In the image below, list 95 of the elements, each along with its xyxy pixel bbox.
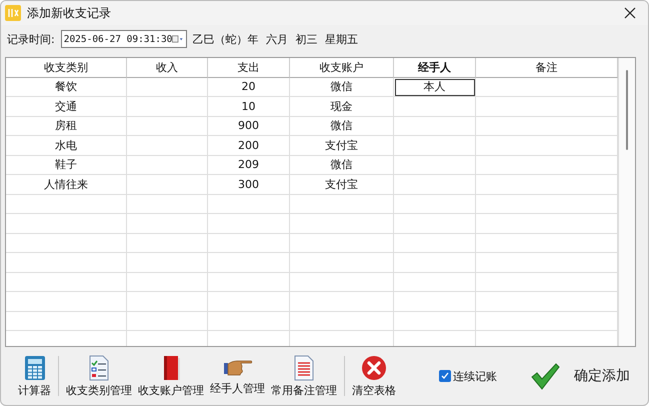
- clear-icon: [361, 354, 387, 380]
- record-time-label: 记录时间:: [7, 32, 55, 46]
- table-cell[interactable]: [208, 194, 290, 214]
- table-cell[interactable]: 微信: [290, 78, 394, 97]
- column-header[interactable]: 收支账户: [290, 58, 394, 78]
- table-cell[interactable]: 房租: [6, 116, 127, 136]
- toolbar-button[interactable]: 经手人管理: [207, 356, 268, 396]
- app-icon: [5, 5, 21, 21]
- table-cell[interactable]: 鞋子: [6, 156, 127, 175]
- table-cell[interactable]: [6, 234, 127, 253]
- table-cell[interactable]: [290, 194, 394, 214]
- table-cell[interactable]: 餐饮: [6, 78, 127, 97]
- checkbox[interactable]: [439, 370, 451, 382]
- toolbar-button[interactable]: 清空表格: [349, 354, 399, 398]
- table-cell[interactable]: [127, 292, 208, 312]
- table-cell[interactable]: [208, 234, 290, 253]
- table-cell[interactable]: [394, 194, 476, 214]
- table-cell[interactable]: [208, 214, 290, 234]
- table-cell[interactable]: [208, 312, 290, 331]
- table-cell[interactable]: [290, 253, 394, 272]
- active-cell[interactable]: 本人: [394, 78, 476, 97]
- table-cell[interactable]: [394, 97, 476, 116]
- table-cell[interactable]: [394, 214, 476, 234]
- table-cell[interactable]: [6, 272, 127, 292]
- column-header[interactable]: 收支类别: [6, 58, 127, 78]
- table-cell[interactable]: [394, 312, 476, 331]
- confirm-button[interactable]: 确定添加: [524, 362, 636, 390]
- table-cell[interactable]: [208, 272, 290, 292]
- column-header[interactable]: 备注: [476, 58, 618, 78]
- lunar-date-text: 乙巳（蛇）年 六月 初三 星期五: [192, 32, 358, 46]
- table-cell[interactable]: 20: [208, 78, 290, 97]
- table-cell[interactable]: [394, 292, 476, 312]
- date-time-field[interactable]: 2025-06-27 09:31:30: [60, 30, 187, 48]
- calculator-icon: [24, 354, 46, 380]
- scrollbar-thumb[interactable]: [626, 70, 628, 150]
- scrollbar[interactable]: [618, 58, 635, 346]
- table-cell[interactable]: [394, 253, 476, 272]
- table-cell[interactable]: [208, 253, 290, 272]
- table-cell[interactable]: [394, 116, 476, 136]
- table-cell[interactable]: [208, 292, 290, 312]
- table-cell[interactable]: [127, 116, 208, 136]
- table-cell[interactable]: [394, 136, 476, 156]
- table-cell[interactable]: [6, 292, 127, 312]
- toolbar-button[interactable]: 收支账户管理: [135, 354, 207, 398]
- calendar-dropdown-icon[interactable]: [172, 34, 184, 44]
- table-cell[interactable]: 支付宝: [290, 136, 394, 156]
- table-cell[interactable]: [127, 194, 208, 214]
- column-header[interactable]: 收入: [127, 58, 208, 78]
- table-cell[interactable]: [394, 234, 476, 253]
- column-header[interactable]: 经手人: [394, 58, 476, 78]
- table-cell[interactable]: [127, 253, 208, 272]
- table-cell[interactable]: 现金: [290, 97, 394, 116]
- table-cell[interactable]: [6, 194, 127, 214]
- table-cell[interactable]: [127, 272, 208, 292]
- table-cell[interactable]: 200: [208, 136, 290, 156]
- toolbar-button[interactable]: 常用备注管理: [268, 354, 340, 398]
- column-header[interactable]: 支出: [208, 58, 290, 78]
- table-cell[interactable]: 交通: [6, 97, 127, 116]
- table-cell[interactable]: [394, 175, 476, 194]
- table-cell[interactable]: [394, 272, 476, 292]
- checkbox-label[interactable]: 连续记账: [453, 368, 497, 384]
- table-cell[interactable]: 10: [208, 97, 290, 116]
- toolbar-button[interactable]: 计算器: [15, 354, 54, 398]
- table-cell[interactable]: [6, 253, 127, 272]
- table-cell[interactable]: [290, 234, 394, 253]
- table-cell[interactable]: [290, 272, 394, 292]
- window-title: 添加新收支记录: [27, 4, 112, 22]
- table-cell[interactable]: 微信: [290, 156, 394, 175]
- table-cell[interactable]: [290, 214, 394, 234]
- table-cell[interactable]: 水电: [6, 136, 127, 156]
- table-cell[interactable]: [290, 292, 394, 312]
- table-cell[interactable]: [127, 175, 208, 194]
- table-cell[interactable]: [290, 312, 394, 331]
- table-cell[interactable]: [127, 156, 208, 175]
- table-cell[interactable]: [127, 97, 208, 116]
- table-cell[interactable]: 300: [208, 175, 290, 194]
- toolbar-button[interactable]: 收支类别管理: [63, 354, 135, 398]
- table-cell[interactable]: 209: [208, 156, 290, 175]
- checklist-icon: [88, 354, 110, 380]
- table-cell[interactable]: [6, 312, 127, 331]
- table-cell[interactable]: [127, 312, 208, 331]
- table-cell[interactable]: 微信: [290, 116, 394, 136]
- table-cell[interactable]: 人情往来: [6, 175, 127, 194]
- table-cell[interactable]: [127, 136, 208, 156]
- table-cell[interactable]: [127, 234, 208, 253]
- checkmark-icon: [530, 362, 560, 390]
- table-cell[interactable]: [127, 214, 208, 234]
- list-document-icon: [293, 354, 315, 380]
- table-cell[interactable]: 900: [208, 116, 290, 136]
- table-cell[interactable]: [127, 78, 208, 97]
- table-cell[interactable]: [6, 214, 127, 234]
- tick-icon: [441, 372, 449, 380]
- close-icon[interactable]: [624, 7, 636, 19]
- table-cell[interactable]: 支付宝: [290, 175, 394, 194]
- table-cell[interactable]: [394, 156, 476, 175]
